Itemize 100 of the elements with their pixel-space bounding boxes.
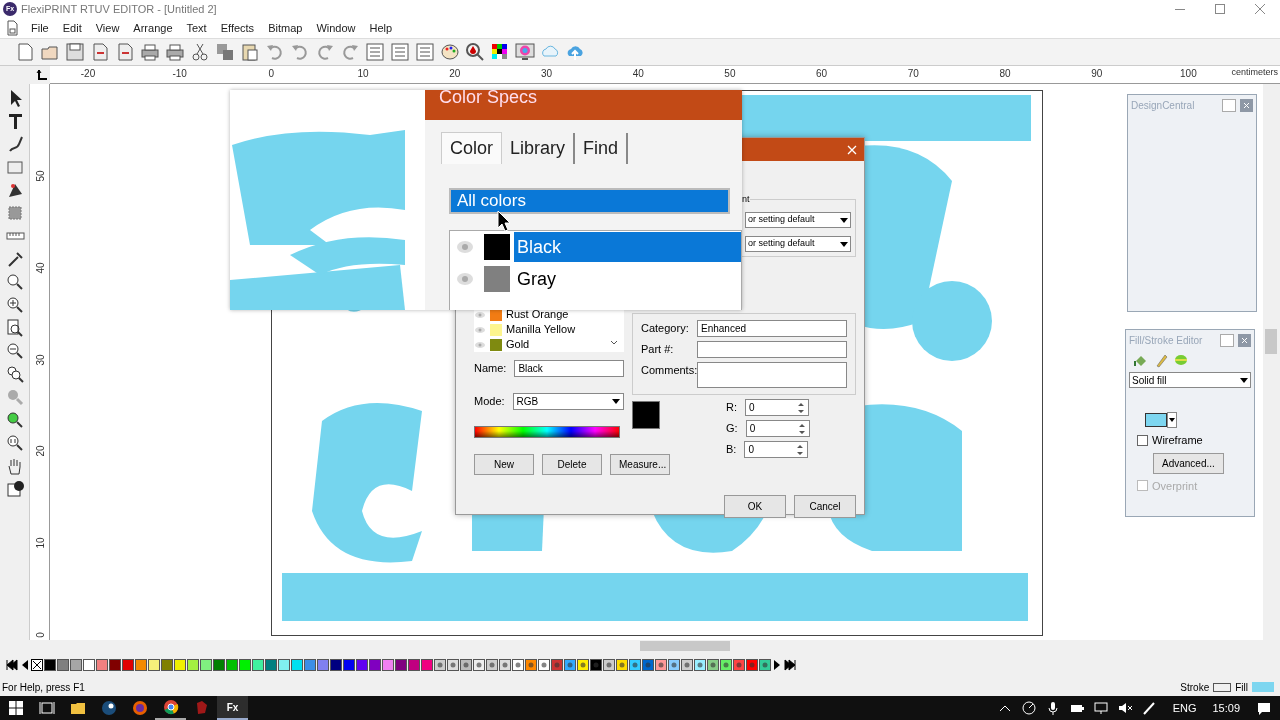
list-icon[interactable] [389,41,411,63]
chrome-icon[interactable] [161,698,180,716]
pattern-swatch-icon[interactable] [655,659,667,671]
menu-item[interactable]: File [24,19,56,37]
pattern-swatch-icon[interactable] [447,659,459,671]
printer-icon[interactable] [164,41,186,63]
color-swatch[interactable] [161,659,173,671]
zoom-actual-icon[interactable] [4,433,25,453]
color-swatch[interactable] [200,659,212,671]
zoom-in-icon[interactable] [4,295,25,315]
pattern-swatch-icon[interactable] [499,659,511,671]
network-icon[interactable] [1020,700,1037,716]
color-spectrum[interactable] [474,426,620,438]
dialog-button[interactable]: New [474,454,534,475]
color-swatch[interactable] [122,659,134,671]
pattern-swatch-icon[interactable] [616,659,628,671]
close-icon[interactable] [1240,99,1253,112]
color-swatch[interactable] [252,659,264,671]
filter-dropdown[interactable]: All colors [449,188,730,214]
pattern-swatch-icon[interactable] [577,659,589,671]
setting-dropdown[interactable]: or setting default [745,212,851,228]
pattern-swatch-icon[interactable] [473,659,485,671]
firefox-icon[interactable] [130,699,149,717]
pattern-swatch-icon[interactable] [694,659,706,671]
color-name[interactable]: Rust Orange [506,306,569,323]
color-swatch[interactable] [96,659,108,671]
pattern-swatch-icon[interactable] [733,659,745,671]
color-swatch[interactable] [330,659,342,671]
color-swatch[interactable] [239,659,251,671]
color-swatch[interactable] [83,659,95,671]
color-swatch[interactable] [226,659,238,671]
list-icon[interactable] [364,41,386,63]
color-swatch[interactable] [421,659,433,671]
pen-icon[interactable] [1140,700,1157,716]
notification-icon[interactable] [1256,700,1272,716]
menu-item[interactable]: Effects [213,19,262,37]
dialog-button[interactable]: Delete [542,454,602,475]
zoom-icon[interactable] [4,272,25,292]
part-number-field[interactable] [697,341,847,358]
zoom-all-icon[interactable] [4,364,25,384]
paste-icon[interactable] [239,41,261,63]
dialog-tab[interactable]: Library [502,133,576,164]
spin-arrows-icon[interactable] [797,421,806,436]
color-list[interactable]: Rust Orange Manilla Yellow Gold [474,307,624,352]
windows-icon[interactable] [6,699,25,717]
pattern-swatch-icon[interactable] [434,659,446,671]
color-swatch[interactable] [187,659,199,671]
menu-item[interactable]: Help [362,19,400,37]
first-page-icon[interactable] [5,659,19,671]
ruler-origin-icon[interactable] [36,69,48,81]
speaker-muted-icon[interactable] [1116,700,1133,716]
color-swatch[interactable] [317,659,329,671]
color-swatch[interactable] [148,659,160,671]
pattern-swatch-icon[interactable] [512,659,524,671]
fill-color-swatch[interactable] [1145,413,1167,427]
color-name[interactable]: Gray [514,264,741,294]
fill-type-dropdown[interactable]: Solid fill [1129,372,1251,388]
name-field[interactable]: Black [514,360,625,377]
pattern-swatch-icon[interactable] [668,659,680,671]
checkbox[interactable] [1137,434,1148,446]
menu-item[interactable]: View [88,19,127,37]
pattern-swatch-icon[interactable] [629,659,641,671]
color-swatch[interactable] [265,659,277,671]
print-icon[interactable] [139,41,161,63]
advanced-button[interactable]: Advanced... [1153,452,1224,474]
comments-field[interactable] [697,362,847,388]
color-palette-icon[interactable] [439,41,461,63]
dialog-tab[interactable]: Find [575,133,629,164]
color-swatch[interactable] [174,659,186,671]
pattern-swatch-icon[interactable] [460,659,472,671]
color-name[interactable]: Manilla Yellow [506,321,576,338]
spin-field[interactable]: 0 [745,420,810,437]
pattern-swatch-icon[interactable] [707,659,719,671]
pattern-swatch-icon[interactable] [746,659,758,671]
zoom-page-icon[interactable] [4,318,25,338]
pattern-swatch-icon[interactable] [590,659,602,671]
color-search-icon[interactable] [464,41,486,63]
mode-dropdown[interactable]: RGB [512,393,624,410]
next-icon[interactable] [772,659,782,671]
no-color-icon[interactable] [31,659,43,671]
menu-item[interactable]: Bitmap [261,19,310,37]
previous-icon[interactable] [20,659,30,671]
color-swatch[interactable] [382,659,394,671]
language-indicator[interactable]: ENG [1172,699,1197,717]
pattern-swatch-icon[interactable] [525,659,537,671]
spin-field[interactable]: 0 [745,399,809,416]
zoom-out-icon[interactable] [4,341,25,361]
spin-arrows-icon[interactable] [796,442,805,457]
display-icon[interactable] [1092,700,1109,716]
color-swatch[interactable] [291,659,303,671]
fill-stroke-icon[interactable] [4,479,25,499]
pattern-swatch-icon[interactable] [681,659,693,671]
color-swatch[interactable] [356,659,368,671]
color-swatch[interactable] [278,659,290,671]
color-swatch[interactable] [135,659,147,671]
color-name[interactable]: Black [514,232,741,262]
close-icon[interactable] [1238,334,1251,347]
color-name[interactable]: Gold [506,336,530,353]
color-swatch[interactable] [304,659,316,671]
pattern-swatch-icon[interactable] [603,659,615,671]
